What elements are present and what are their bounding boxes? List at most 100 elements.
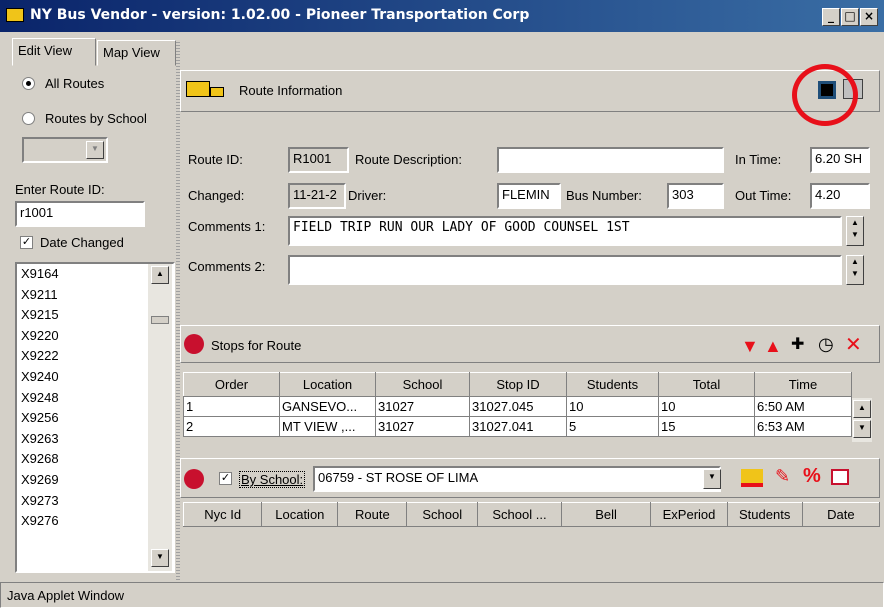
route-info-form: Route ID: R1001 Route Description: In Ti…	[180, 114, 880, 322]
routes-by-school-radio[interactable]	[22, 112, 35, 125]
comments2-scroll-icon[interactable]: ▲ ▼	[846, 255, 864, 285]
bus-icon	[186, 81, 210, 97]
clock-icon[interactable]: ◷	[818, 334, 834, 355]
cell[interactable]: 15	[658, 416, 755, 437]
status-text: Java Applet Window	[7, 588, 125, 603]
scroll-up-icon[interactable]: ▲	[151, 266, 169, 284]
cell[interactable]: 31027	[375, 416, 470, 437]
cell[interactable]: 10	[658, 396, 755, 417]
cell[interactable]: 31027	[375, 396, 470, 417]
col-date[interactable]: Date	[801, 502, 881, 527]
col-students[interactable]: Students	[566, 372, 659, 397]
route-list-scrollbar[interactable]: ▲ ▼	[148, 264, 172, 571]
cell[interactable]: 6:50 AM	[754, 396, 852, 417]
scroll-up-icon[interactable]: ▲	[853, 400, 871, 418]
col-school[interactable]: School	[375, 372, 470, 397]
tab-edit-view[interactable]: Edit View	[12, 38, 96, 66]
bus-number-label: Bus Number:	[566, 188, 642, 203]
school-dropdown[interactable]: 06759 - ST ROSE OF LIMA	[313, 466, 721, 492]
col-bell[interactable]: Bell	[560, 502, 652, 527]
maximize-button[interactable]: □	[841, 8, 859, 26]
cell[interactable]: 1	[183, 396, 280, 417]
col-total[interactable]: Total	[658, 372, 755, 397]
move-up-icon[interactable]: ▲	[764, 336, 782, 357]
window-title: NY Bus Vendor - version: 1.02.00 - Pione…	[30, 7, 530, 23]
stops-header: Stops for Route ▼ ▲ ✚ ◷ ✕	[180, 325, 880, 363]
bus-icon-cab	[210, 87, 224, 97]
cell[interactable]: 31027.045	[469, 396, 567, 417]
comments1-scroll-icon[interactable]: ▲ ▼	[846, 216, 864, 246]
comments1-label: Comments 1:	[188, 219, 266, 234]
date-changed-label: Date Changed	[40, 235, 124, 250]
school-select[interactable]: ▼	[22, 137, 108, 163]
col-experiod[interactable]: ExPeriod	[650, 502, 728, 527]
col-school-name[interactable]: School ...	[477, 502, 562, 527]
route-id-input[interactable]: r1001	[15, 201, 145, 227]
col-location[interactable]: Location	[279, 372, 376, 397]
route-id-field: R1001	[288, 147, 349, 173]
minimize-button[interactable]: _	[822, 8, 840, 26]
col-location[interactable]: Location	[261, 502, 339, 527]
by-school-label: By School:	[239, 471, 306, 488]
driver-label: Driver:	[348, 188, 387, 203]
route-info-header: Route Information	[180, 70, 880, 112]
route-description-label: Route Description:	[355, 152, 462, 167]
cell[interactable]: 6:53 AM	[754, 416, 852, 437]
route-list[interactable]: X9164 X9211 X9215 X9220 X9222 X9240 X924…	[15, 262, 175, 573]
add-stop-icon[interactable]: ✚	[791, 334, 804, 354]
table-row[interactable]: 2 MT VIEW ,... 31027 31027.041 5 15 6:53…	[183, 416, 852, 437]
scroll-down-icon[interactable]: ▼	[853, 420, 871, 438]
changed-label: Changed:	[188, 188, 245, 203]
by-school-checkbox[interactable]: ✓	[219, 472, 232, 485]
col-nyc-id[interactable]: Nyc Id	[182, 502, 263, 527]
date-changed-checkbox[interactable]: ✓	[20, 236, 33, 249]
bus-number-field[interactable]: 303	[667, 183, 724, 209]
out-time-field[interactable]: 4.20	[810, 183, 870, 209]
in-time-field[interactable]: 6.20 SH	[810, 147, 870, 173]
school-header: ✓ By School: 06759 - ST ROSE OF LIMA ▼ ✎…	[180, 458, 880, 498]
stops-title: Stops for Route	[211, 338, 302, 353]
route-id-label: Route ID:	[188, 152, 243, 167]
col-school[interactable]: School	[406, 502, 479, 527]
cell[interactable]: 2	[183, 416, 280, 437]
status-bar: Java Applet Window	[0, 582, 884, 608]
stops-header-row: Order Location School Stop ID Students T…	[183, 372, 852, 397]
move-down-icon[interactable]: ▼	[741, 336, 759, 357]
comments2-label: Comments 2:	[188, 259, 266, 274]
comments1-field[interactable]: FIELD TRIP RUN OUR LADY OF GOOD COUNSEL …	[288, 216, 842, 246]
cell[interactable]: 31027.041	[469, 416, 567, 437]
route-description-field[interactable]	[497, 147, 724, 173]
cell[interactable]: 10	[566, 396, 659, 417]
scroll-thumb[interactable]	[151, 316, 169, 324]
delete-icon[interactable]: ✕	[845, 332, 862, 357]
close-button[interactable]: ×	[860, 8, 878, 26]
driver-field[interactable]: FLEMIN	[497, 183, 561, 209]
stops-scrollbar[interactable]: ▲ ▼	[852, 398, 872, 442]
title-bar: NY Bus Vendor - version: 1.02.00 - Pione…	[0, 0, 884, 32]
cell[interactable]: MT VIEW ,...	[279, 416, 376, 437]
percent-icon[interactable]: %	[803, 465, 821, 488]
routes-by-school-label: Routes by School	[45, 111, 147, 126]
col-time[interactable]: Time	[754, 372, 852, 397]
changed-field: 11-21-2	[288, 183, 346, 209]
bus-app-icon	[6, 8, 24, 22]
cell[interactable]: 5	[566, 416, 659, 437]
bus-route-icon[interactable]	[741, 469, 763, 487]
col-stop-id[interactable]: Stop ID	[469, 372, 567, 397]
school-header-row: Nyc Id Location Route School School ... …	[182, 502, 881, 527]
comments2-field[interactable]	[288, 255, 842, 285]
enter-route-label: Enter Route ID:	[15, 182, 105, 197]
chevron-down-icon[interactable]: ▼	[703, 469, 721, 489]
stop-sign-icon	[184, 469, 204, 489]
school-icon[interactable]	[831, 469, 849, 485]
chevron-down-icon[interactable]: ▼	[86, 141, 104, 159]
col-students[interactable]: Students	[726, 502, 803, 527]
table-row[interactable]: 1 GANSEVO... 31027 31027.045 10 10 6:50 …	[183, 396, 852, 417]
tab-map-view[interactable]: Map View	[97, 40, 176, 66]
col-order[interactable]: Order	[183, 372, 280, 397]
col-route[interactable]: Route	[337, 502, 408, 527]
scroll-down-icon[interactable]: ▼	[151, 549, 169, 567]
cell[interactable]: GANSEVO...	[279, 396, 376, 417]
tag-icon[interactable]: ✎	[775, 466, 790, 487]
all-routes-radio[interactable]	[22, 77, 35, 90]
